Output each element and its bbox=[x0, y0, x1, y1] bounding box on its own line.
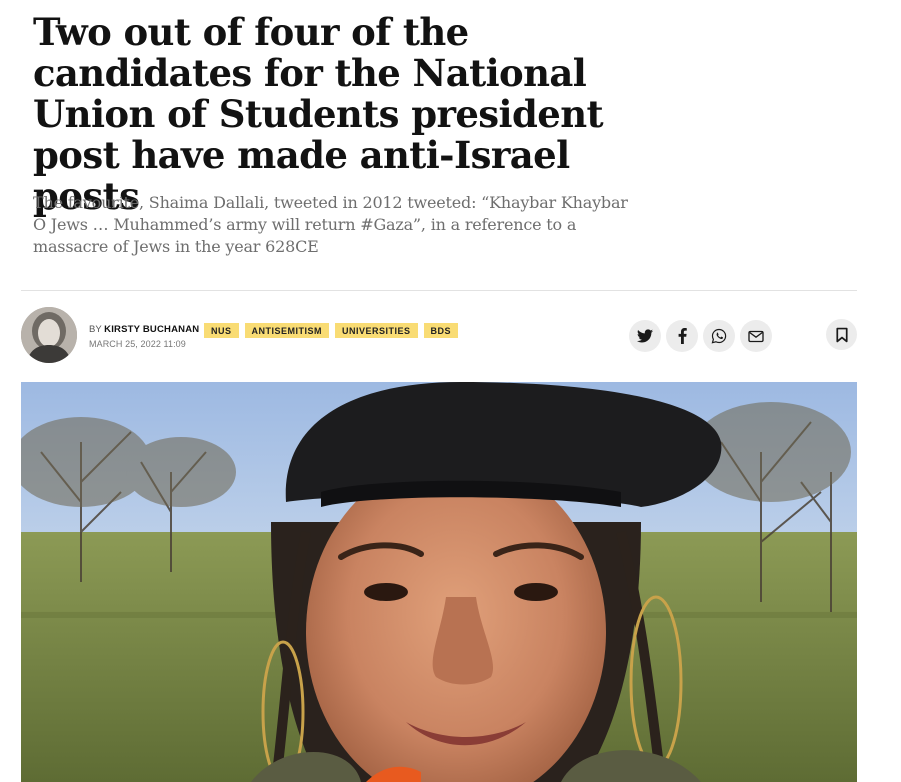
whatsapp-icon bbox=[711, 328, 727, 344]
article-standfirst: The favourite, Shaima Dallali, tweeted i… bbox=[33, 193, 628, 256]
share-whatsapp-button[interactable] bbox=[703, 320, 735, 352]
header-divider bbox=[21, 290, 857, 291]
author-avatar[interactable] bbox=[21, 307, 77, 363]
share-buttons bbox=[629, 320, 772, 352]
tag-list: NUS Antisemitism Universities BDS bbox=[204, 323, 459, 338]
share-facebook-button[interactable] bbox=[666, 320, 698, 352]
author-name-link[interactable]: Kirsty Buchanan bbox=[104, 324, 199, 335]
tag-bds[interactable]: BDS bbox=[423, 323, 459, 338]
byline: By Kirsty Buchanan March 25, 2022 11:09 bbox=[89, 322, 199, 352]
share-email-button[interactable] bbox=[740, 320, 772, 352]
twitter-icon bbox=[637, 329, 653, 343]
email-icon bbox=[748, 330, 764, 342]
tag-nus[interactable]: NUS bbox=[204, 323, 239, 338]
publish-date: March 25, 2022 11:09 bbox=[89, 339, 186, 349]
byline-author-row: By Kirsty Buchanan bbox=[89, 322, 199, 337]
bookmark-button[interactable] bbox=[826, 319, 857, 350]
article-hero-image bbox=[21, 382, 857, 782]
tag-antisemitism[interactable]: Antisemitism bbox=[244, 323, 330, 338]
article-headline: Two out of four of the candidates for th… bbox=[33, 10, 604, 218]
facebook-icon bbox=[678, 328, 687, 344]
byline-prefix: By bbox=[89, 324, 102, 335]
share-twitter-button[interactable] bbox=[629, 320, 661, 352]
bookmark-icon bbox=[835, 327, 848, 342]
tag-universities[interactable]: Universities bbox=[335, 323, 418, 338]
